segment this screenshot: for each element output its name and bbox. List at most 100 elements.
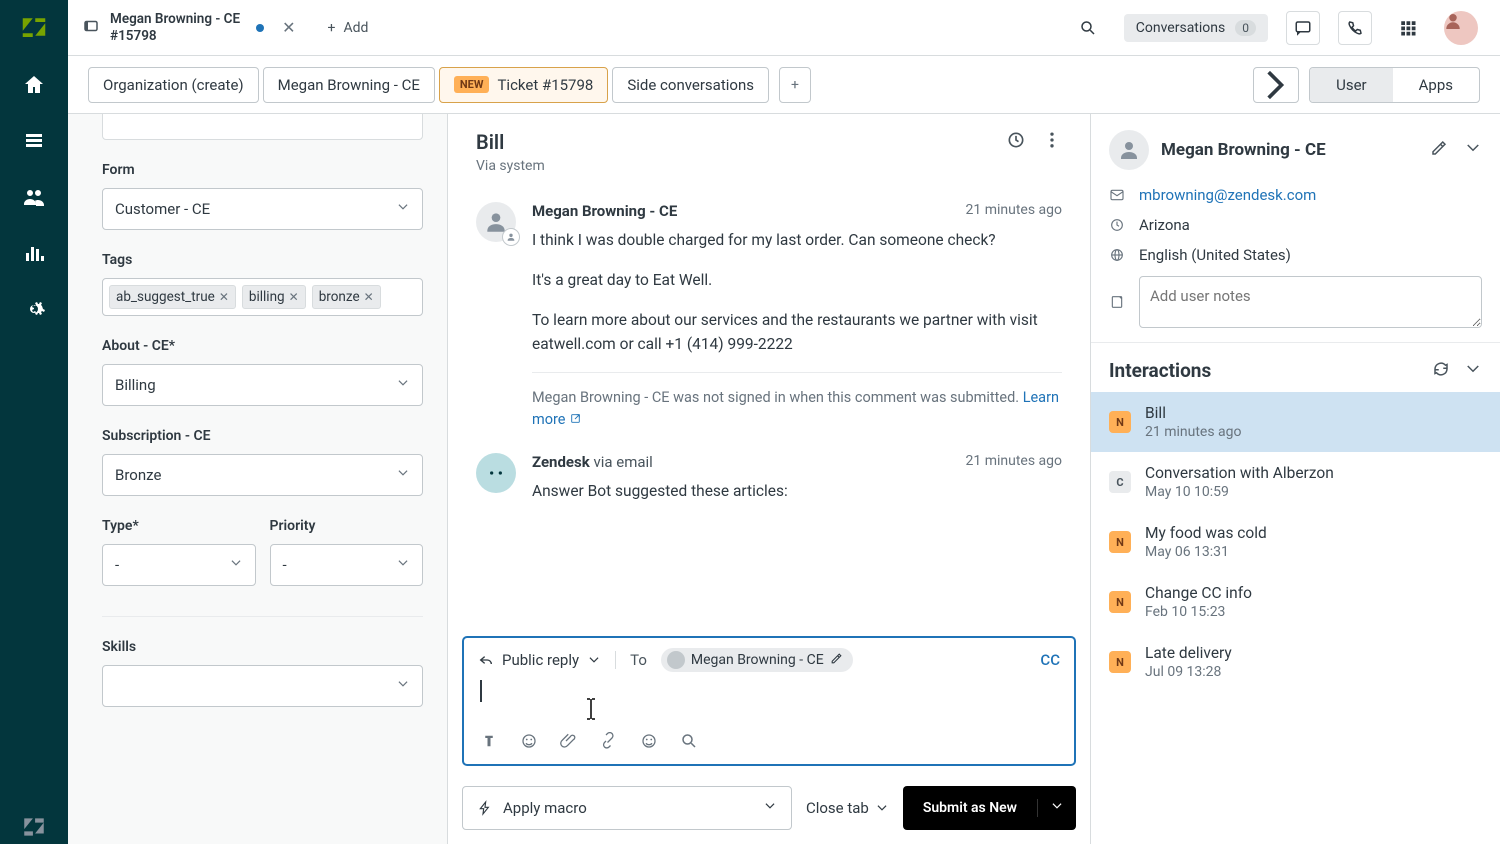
form-label: Form	[102, 162, 423, 178]
via-line: Via system	[476, 158, 545, 174]
tag-remove-icon[interactable]: ✕	[219, 290, 229, 304]
emoji2-icon[interactable]	[640, 732, 658, 754]
user-email[interactable]: mbrowning@zendesk.com	[1139, 186, 1316, 204]
tag-remove-icon[interactable]: ✕	[289, 290, 299, 304]
workspace-tab[interactable]: Megan Browning - CE #15798 ✕	[68, 0, 310, 56]
signin-note: Megan Browning - CE was not signed in wh…	[532, 387, 1062, 431]
priority-dropdown[interactable]: -	[270, 544, 424, 586]
to-label: To	[630, 651, 647, 669]
submit-button-main[interactable]: Submit as New	[903, 800, 1037, 816]
nav-home-icon[interactable]	[17, 68, 51, 102]
tab-ticket[interactable]: NEW Ticket #15798	[439, 67, 608, 103]
knowledge-search-icon[interactable]	[680, 732, 698, 754]
text-caret	[480, 680, 482, 702]
interaction-title: Conversation with Alberzon	[1145, 464, 1334, 482]
next-ticket-button[interactable]	[1253, 67, 1299, 103]
interaction-date: 21 minutes ago	[1145, 424, 1242, 440]
add-tab-button[interactable]: + Add	[310, 0, 387, 56]
about-label: About - CE*	[102, 338, 423, 354]
nav-admin-icon[interactable]	[17, 292, 51, 326]
sidebar-user-tab[interactable]: User	[1310, 68, 1393, 102]
skills-label: Skills	[102, 639, 423, 655]
interaction-item[interactable]: N My food was cold May 06 13:31	[1091, 512, 1500, 572]
format-text-icon[interactable]	[480, 732, 498, 754]
zendesk-logo	[19, 12, 49, 46]
tag-item[interactable]: billing✕	[242, 285, 306, 309]
user-notes-input[interactable]	[1139, 276, 1482, 328]
profile-avatar[interactable]	[1444, 11, 1478, 45]
left-nav-rail	[0, 0, 68, 844]
ticket-actions-icon[interactable]	[1042, 130, 1062, 154]
reply-type-selector[interactable]: Public reply	[478, 651, 616, 669]
agent-search-input[interactable]	[102, 114, 423, 140]
skills-dropdown[interactable]	[102, 665, 423, 707]
refresh-interactions-icon[interactable]	[1432, 360, 1450, 382]
edit-recipient-icon[interactable]	[830, 652, 843, 669]
interaction-item[interactable]: N Late delivery Jul 09 13:28	[1091, 632, 1500, 692]
events-history-icon[interactable]	[1006, 130, 1026, 154]
mail-icon	[1109, 187, 1125, 203]
interaction-date: Jul 09 13:28	[1145, 664, 1232, 680]
tab-organization[interactable]: Organization (create)	[88, 67, 259, 103]
close-tab-icon[interactable]: ✕	[282, 18, 295, 37]
nav-customers-icon[interactable]	[17, 180, 51, 214]
chevron-down-icon	[396, 677, 410, 695]
tab-title-line1: Megan Browning - CE	[110, 11, 240, 27]
main-workspace: Form Customer - CE Tags ab_suggest_true✕…	[68, 114, 1500, 844]
unsaved-indicator	[256, 24, 264, 32]
apply-macro-button[interactable]: Apply macro	[462, 786, 792, 830]
interaction-item[interactable]: N Change CC info Feb 10 15:23	[1091, 572, 1500, 632]
emoji-icon[interactable]	[520, 732, 538, 754]
sidebar-toggle: User Apps	[1309, 67, 1480, 103]
submit-button-dropdown[interactable]	[1037, 799, 1076, 817]
type-dropdown[interactable]: -	[102, 544, 256, 586]
add-context-tab[interactable]: +	[779, 67, 811, 103]
requester-avatar	[1109, 130, 1149, 170]
cc-button[interactable]: CC	[1040, 651, 1060, 669]
tag-remove-icon[interactable]: ✕	[364, 290, 374, 304]
collapse-profile-icon[interactable]	[1464, 139, 1482, 161]
form-dropdown[interactable]: Customer - CE	[102, 188, 423, 230]
edit-user-icon[interactable]	[1430, 139, 1448, 161]
conversations-button[interactable]: Conversations 0	[1124, 14, 1268, 42]
conversation-panel: Bill Via system Megan Browning - CE 21 m…	[448, 114, 1090, 844]
nav-views-icon[interactable]	[17, 124, 51, 158]
recipient-pill[interactable]: Megan Browning - CE	[661, 648, 853, 672]
tab-side-conversations[interactable]: Side conversations	[612, 67, 769, 103]
reply-textarea[interactable]	[478, 672, 1060, 724]
link-icon[interactable]	[600, 732, 618, 754]
status-badge: C	[1109, 471, 1131, 493]
chevron-down-icon	[396, 376, 410, 394]
attachment-icon[interactable]	[560, 732, 578, 754]
nav-reporting-icon[interactable]	[17, 236, 51, 270]
clock-icon	[1109, 217, 1125, 233]
submit-button: Submit as New	[903, 786, 1076, 830]
tab-requester[interactable]: Megan Browning - CE	[263, 67, 435, 103]
ticket-subject: Bill	[476, 130, 545, 154]
tag-item[interactable]: ab_suggest_true✕	[109, 285, 236, 309]
message-body: I think I was double charged for my last…	[532, 228, 1062, 356]
global-search-icon[interactable]	[1070, 10, 1106, 46]
mini-avatar	[667, 651, 685, 669]
subscription-label: Subscription - CE	[102, 428, 423, 444]
phone-icon[interactable]	[1338, 11, 1372, 45]
context-tabs: Organization (create) Megan Browning - C…	[68, 56, 1500, 114]
subscription-dropdown[interactable]: Bronze	[102, 454, 423, 496]
close-tab-button[interactable]: Close tab	[806, 799, 889, 817]
sidebar-apps-tab[interactable]: Apps	[1393, 68, 1479, 102]
interaction-item[interactable]: C Conversation with Alberzon May 10 10:5…	[1091, 452, 1500, 512]
tags-input[interactable]: ab_suggest_true✕ billing✕ bronze✕	[102, 278, 423, 316]
apps-grid-icon[interactable]	[1390, 10, 1426, 46]
conversations-count: 0	[1235, 20, 1256, 36]
chat-icon[interactable]	[1286, 11, 1320, 45]
collapse-interactions-icon[interactable]	[1464, 360, 1482, 382]
nav-products-icon[interactable]	[17, 810, 51, 844]
status-badge: N	[1109, 411, 1131, 433]
message-time: 21 minutes ago	[965, 453, 1062, 471]
interaction-item[interactable]: N Bill 21 minutes ago	[1091, 392, 1500, 452]
add-label: Add	[343, 20, 368, 36]
tag-item[interactable]: bronze✕	[312, 285, 381, 309]
status-badge: N	[1109, 651, 1131, 673]
interaction-title: Change CC info	[1145, 584, 1252, 602]
about-dropdown[interactable]: Billing	[102, 364, 423, 406]
